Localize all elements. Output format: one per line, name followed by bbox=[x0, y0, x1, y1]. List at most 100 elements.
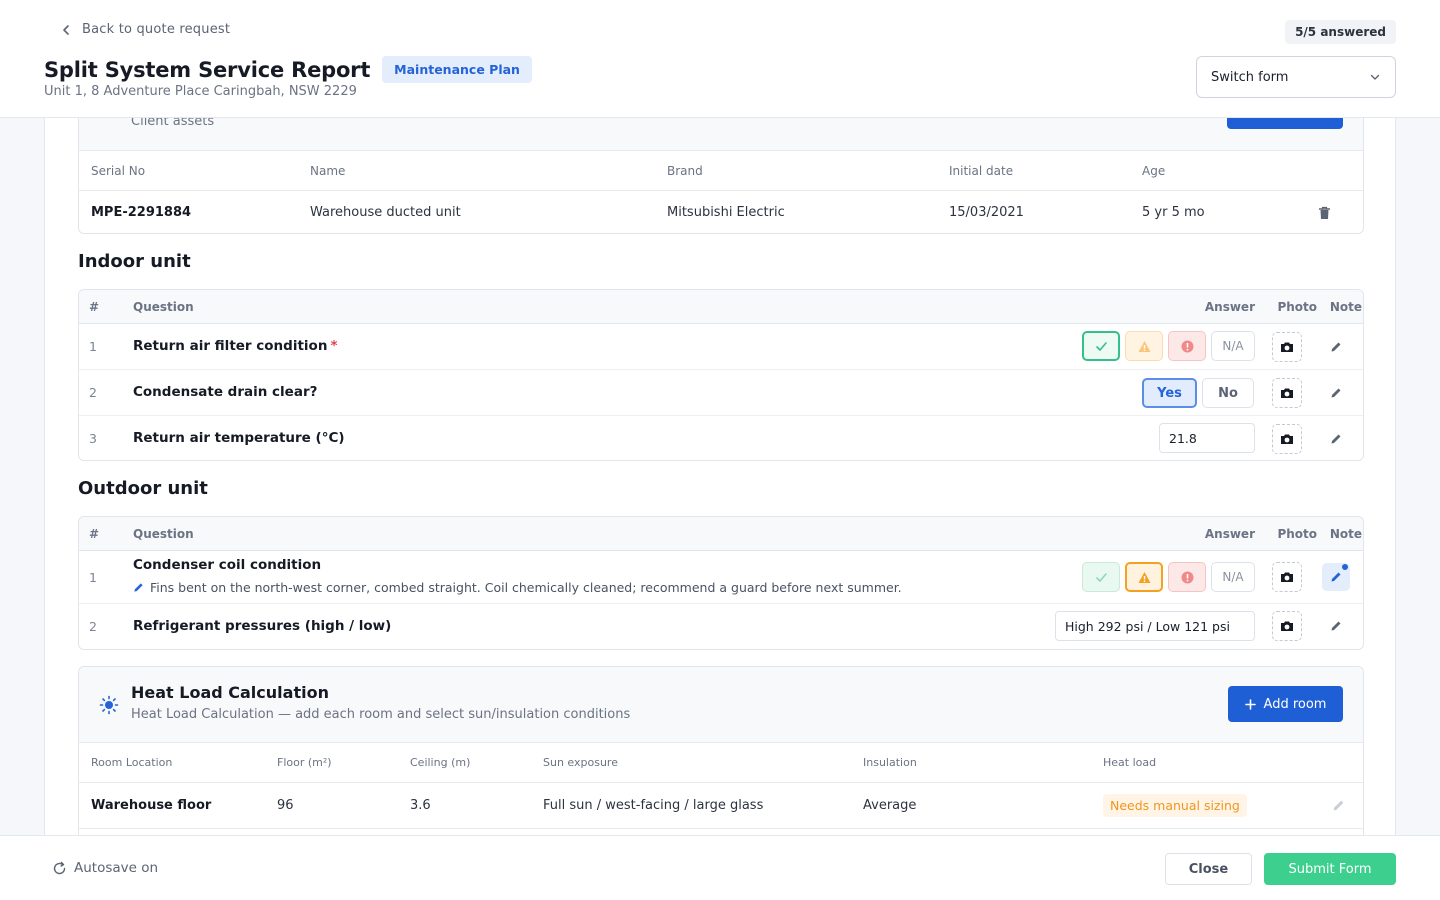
page-header: Back to quote request Split System Servi… bbox=[0, 0, 1440, 118]
room-sun-exposure: Full sun / west-facing / large glass bbox=[543, 798, 764, 813]
question-number: 3 bbox=[89, 431, 97, 446]
answer-warning-button[interactable] bbox=[1125, 562, 1163, 592]
title-row: Split System Service Report Maintenance … bbox=[44, 56, 532, 83]
form-content[interactable]: Client assets Serial No Name Brand Initi… bbox=[44, 118, 1396, 836]
question-label: Return air filter condition bbox=[133, 338, 328, 354]
indoor-unit-title: Indoor unit bbox=[78, 251, 191, 272]
page-footer: Autosave on Close Submit Form bbox=[0, 835, 1440, 900]
condition-answer-group: N/A bbox=[1082, 331, 1255, 361]
col-photo: Photo bbox=[1277, 299, 1317, 314]
answer-na-button[interactable]: N/A bbox=[1211, 562, 1255, 592]
col-note: Note bbox=[1329, 299, 1362, 314]
note-button-active[interactable] bbox=[1322, 563, 1350, 591]
warning-icon bbox=[1138, 340, 1150, 352]
client-assets-card: Client assets Serial No Name Brand Initi… bbox=[78, 118, 1364, 234]
col-num: # bbox=[89, 299, 100, 314]
question-label: Return air temperature (°C) bbox=[133, 430, 345, 446]
col-heat-load: Heat load bbox=[1103, 756, 1157, 769]
heat-load-cell: Needs manual sizing bbox=[1103, 793, 1328, 817]
question-row: 2 Condensate drain clear? Yes No bbox=[79, 370, 1363, 416]
col-answer: Answer bbox=[1204, 299, 1255, 314]
autosave-label: Autosave on bbox=[74, 860, 159, 876]
col-age: Age bbox=[1142, 163, 1166, 178]
answer-yes-button[interactable]: Yes bbox=[1142, 378, 1197, 408]
question-row: 1 Return air filter condition * N/A bbox=[79, 324, 1363, 370]
note-button[interactable] bbox=[1322, 425, 1350, 453]
col-note: Note bbox=[1329, 526, 1362, 541]
delete-asset-button[interactable] bbox=[1314, 206, 1334, 220]
table-row: Warehouse floor 96 3.6 Full sun / west-f… bbox=[79, 783, 1363, 829]
plan-badge: Maintenance Plan bbox=[382, 56, 532, 83]
back-link[interactable]: Back to quote request bbox=[60, 22, 230, 37]
camera-icon bbox=[1281, 572, 1293, 582]
camera-icon bbox=[1281, 388, 1293, 398]
note-button[interactable] bbox=[1322, 379, 1350, 407]
question-text: Return air filter condition * bbox=[133, 338, 338, 354]
answer-fail-button[interactable] bbox=[1168, 562, 1206, 592]
note-indicator-dot bbox=[1342, 564, 1348, 570]
assets-table-header: Serial No Name Brand Initial date Age bbox=[79, 151, 1363, 191]
indoor-table-header: # Question Answer Photo Note bbox=[79, 290, 1363, 324]
col-photo: Photo bbox=[1277, 526, 1317, 541]
pencil-icon bbox=[1333, 800, 1343, 811]
pencil-icon bbox=[1331, 572, 1341, 582]
col-question: Question bbox=[133, 299, 194, 314]
question-number: 1 bbox=[89, 339, 97, 354]
photo-button[interactable] bbox=[1272, 332, 1302, 362]
asset-serial: MPE-2291884 bbox=[91, 205, 192, 220]
col-answer: Answer bbox=[1204, 526, 1255, 541]
photo-button[interactable] bbox=[1272, 378, 1302, 408]
camera-icon bbox=[1281, 342, 1293, 352]
answer-ok-button[interactable] bbox=[1082, 331, 1120, 361]
heat-load-card: Heat Load Calculation Heat Load Calculat… bbox=[78, 666, 1364, 836]
pencil-icon bbox=[134, 583, 143, 592]
col-serial: Serial No bbox=[91, 163, 146, 178]
edit-room-button[interactable] bbox=[1328, 799, 1348, 812]
col-floor: Floor (m²) bbox=[277, 756, 332, 769]
page-title: Split System Service Report bbox=[44, 57, 371, 82]
room-ceiling: 3.6 bbox=[410, 798, 431, 813]
asset-name: Warehouse ducted unit bbox=[310, 205, 461, 220]
room-insulation: Average bbox=[863, 798, 917, 813]
switch-form-label: Switch form bbox=[1211, 69, 1289, 85]
add-asset-button[interactable] bbox=[1227, 118, 1343, 129]
answer-no-button[interactable]: No bbox=[1202, 378, 1254, 408]
check-icon bbox=[1095, 572, 1107, 582]
indoor-unit-card: # Question Answer Photo Note 1 Return ai… bbox=[78, 289, 1364, 461]
site-address: Unit 1, 8 Adventure Place Caringbah, NSW… bbox=[44, 84, 357, 99]
client-assets-header: Client assets bbox=[79, 118, 1363, 151]
table-row: MPE-2291884 Warehouse ducted unit Mitsub… bbox=[79, 191, 1363, 233]
sun-icon bbox=[99, 695, 119, 715]
add-room-label: Add room bbox=[1263, 696, 1327, 712]
question-row: 2 Refrigerant pressures (high / low) bbox=[79, 604, 1363, 649]
note-button[interactable] bbox=[1322, 612, 1350, 640]
note-button[interactable] bbox=[1322, 333, 1350, 361]
answer-ok-button[interactable] bbox=[1082, 562, 1120, 592]
client-assets-subtitle: Client assets bbox=[131, 118, 215, 129]
photo-button[interactable] bbox=[1272, 611, 1302, 641]
photo-button[interactable] bbox=[1272, 562, 1302, 592]
refrigerant-pressure-input[interactable] bbox=[1055, 611, 1255, 641]
close-button[interactable]: Close bbox=[1165, 853, 1252, 885]
pencil-icon bbox=[1331, 342, 1341, 352]
answer-na-button[interactable]: N/A bbox=[1211, 331, 1255, 361]
add-room-button[interactable]: Add room bbox=[1228, 686, 1343, 722]
temperature-input[interactable] bbox=[1159, 423, 1255, 453]
heat-load-table-header: Room Location Floor (m²) Ceiling (m) Sun… bbox=[79, 743, 1363, 783]
answer-warning-button[interactable] bbox=[1125, 331, 1163, 361]
chevron-left-icon bbox=[63, 24, 69, 35]
back-link-label: Back to quote request bbox=[82, 22, 231, 37]
question-label: Condenser coil condition bbox=[133, 557, 322, 573]
autosave-status: Autosave on bbox=[52, 860, 158, 876]
switch-form-select[interactable]: Switch form bbox=[1196, 56, 1396, 98]
alert-circle-icon bbox=[1181, 340, 1193, 352]
photo-button[interactable] bbox=[1272, 424, 1302, 454]
answer-fail-button[interactable] bbox=[1168, 331, 1206, 361]
yes-no-answer-group: Yes No bbox=[1142, 378, 1254, 408]
alert-circle-icon bbox=[1181, 571, 1193, 583]
question-label: Condensate drain clear? bbox=[133, 384, 318, 400]
outdoor-unit-title: Outdoor unit bbox=[78, 478, 208, 499]
pencil-icon bbox=[1331, 621, 1341, 631]
submit-form-button[interactable]: Submit Form bbox=[1264, 853, 1396, 885]
heat-load-title: Heat Load Calculation bbox=[131, 683, 329, 702]
